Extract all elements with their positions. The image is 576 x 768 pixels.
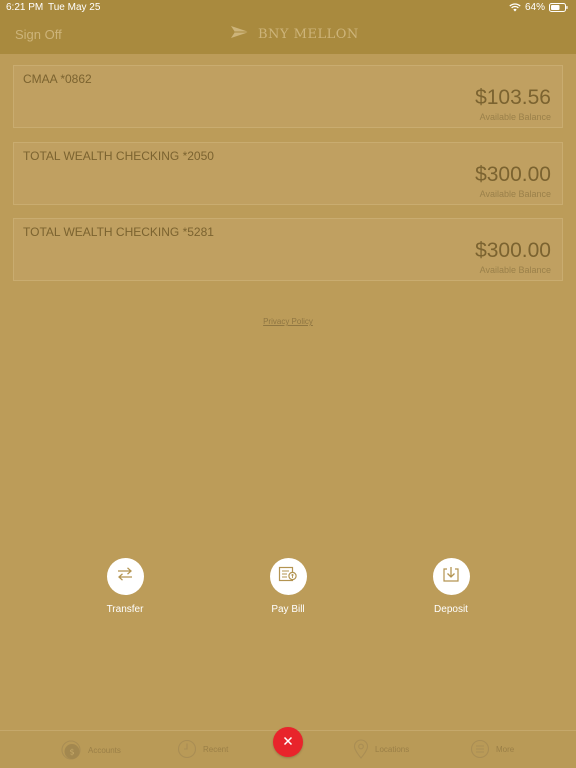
menu-icon bbox=[470, 739, 490, 759]
logo-text: BNY MELLON bbox=[258, 27, 359, 42]
deposit-button[interactable]: Deposit bbox=[411, 558, 491, 615]
account-balance: $300.00 bbox=[475, 163, 551, 186]
account-card[interactable]: TOTAL WEALTH CHECKING *5281 $300.00 Avai… bbox=[13, 218, 563, 281]
account-name: CMAA *0862 bbox=[23, 72, 92, 86]
battery-percent: 64% bbox=[524, 2, 545, 13]
account-card[interactable]: CMAA *0862 $103.56 Available Balance bbox=[13, 65, 563, 128]
action-label: Pay Bill bbox=[271, 604, 305, 615]
account-name: TOTAL WEALTH CHECKING *5281 bbox=[23, 225, 214, 239]
clock-icon bbox=[177, 739, 197, 759]
balance-label: Available Balance bbox=[479, 265, 551, 275]
tab-recent[interactable]: Recent bbox=[177, 739, 228, 759]
balance-label: Available Balance bbox=[479, 189, 551, 199]
location-pin-icon bbox=[353, 739, 369, 759]
action-label: Deposit bbox=[434, 604, 468, 615]
battery-icon bbox=[549, 3, 568, 12]
action-label: Transfer bbox=[106, 604, 144, 615]
status-indicators: 64% bbox=[509, 2, 568, 13]
transfer-button[interactable]: Transfer bbox=[85, 558, 165, 615]
account-name: TOTAL WEALTH CHECKING *2050 bbox=[23, 149, 214, 163]
tab-locations[interactable]: Locations bbox=[353, 739, 409, 759]
account-card[interactable]: TOTAL WEALTH CHECKING *2050 $300.00 Avai… bbox=[13, 142, 563, 205]
status-time: 6:21 PM bbox=[6, 2, 44, 13]
account-balance: $103.56 bbox=[475, 86, 551, 109]
nav-bar: Sign Off BNY MELLON bbox=[0, 16, 576, 54]
accounts-icon: $ bbox=[60, 739, 82, 761]
pay-bill-circle[interactable] bbox=[269, 558, 307, 595]
deposit-circle[interactable] bbox=[432, 558, 470, 595]
privacy-policy-link[interactable]: Privacy Policy bbox=[0, 317, 576, 326]
close-icon bbox=[283, 733, 293, 751]
sign-off-button[interactable]: Sign Off bbox=[15, 27, 62, 42]
close-button[interactable] bbox=[273, 727, 303, 757]
transfer-icon bbox=[116, 566, 134, 587]
tab-label: Accounts bbox=[88, 745, 121, 755]
svg-text:$: $ bbox=[69, 748, 74, 757]
wifi-icon bbox=[509, 3, 521, 12]
deposit-icon bbox=[442, 566, 460, 588]
tab-label: Recent bbox=[203, 744, 229, 754]
status-bar: 6:21 PM Tue May 25 64% bbox=[0, 0, 576, 16]
tab-more[interactable]: More bbox=[470, 739, 514, 759]
bny-mellon-logo: BNY MELLON bbox=[230, 25, 359, 44]
pay-bill-icon bbox=[278, 566, 298, 587]
account-balance: $300.00 bbox=[475, 239, 551, 262]
transfer-circle[interactable] bbox=[106, 558, 144, 595]
tab-label: More bbox=[496, 744, 515, 754]
tab-label: Locations bbox=[375, 744, 410, 754]
pay-bill-button[interactable]: Pay Bill bbox=[248, 558, 328, 615]
status-date: Tue May 25 bbox=[48, 2, 101, 13]
balance-label: Available Balance bbox=[479, 112, 551, 122]
tab-accounts[interactable]: $ Accounts bbox=[60, 739, 121, 761]
arrow-logo-icon bbox=[230, 25, 250, 44]
